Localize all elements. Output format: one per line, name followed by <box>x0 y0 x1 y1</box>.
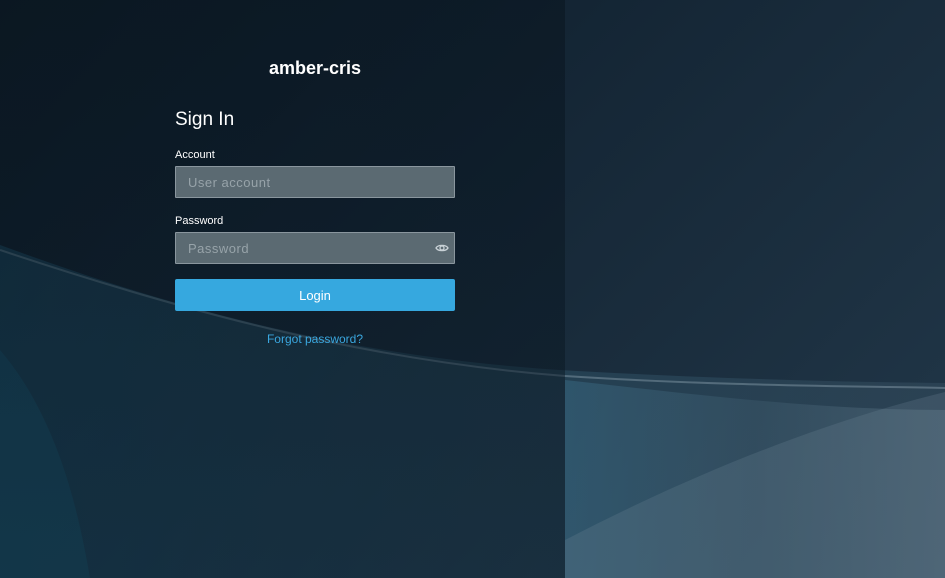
password-input[interactable] <box>175 232 455 264</box>
login-screen: amber-cris Sign In Account Password Logi… <box>0 0 945 578</box>
forgot-password-link[interactable]: Forgot password? <box>175 332 455 346</box>
account-label: Account <box>175 149 215 161</box>
account-input[interactable] <box>175 166 455 198</box>
app-name: amber-cris <box>268 58 362 78</box>
password-label: Password <box>175 215 224 227</box>
login-button[interactable]: Login <box>175 279 455 311</box>
eye-icon[interactable] <box>435 241 449 255</box>
signin-title: Sign In <box>175 109 235 130</box>
